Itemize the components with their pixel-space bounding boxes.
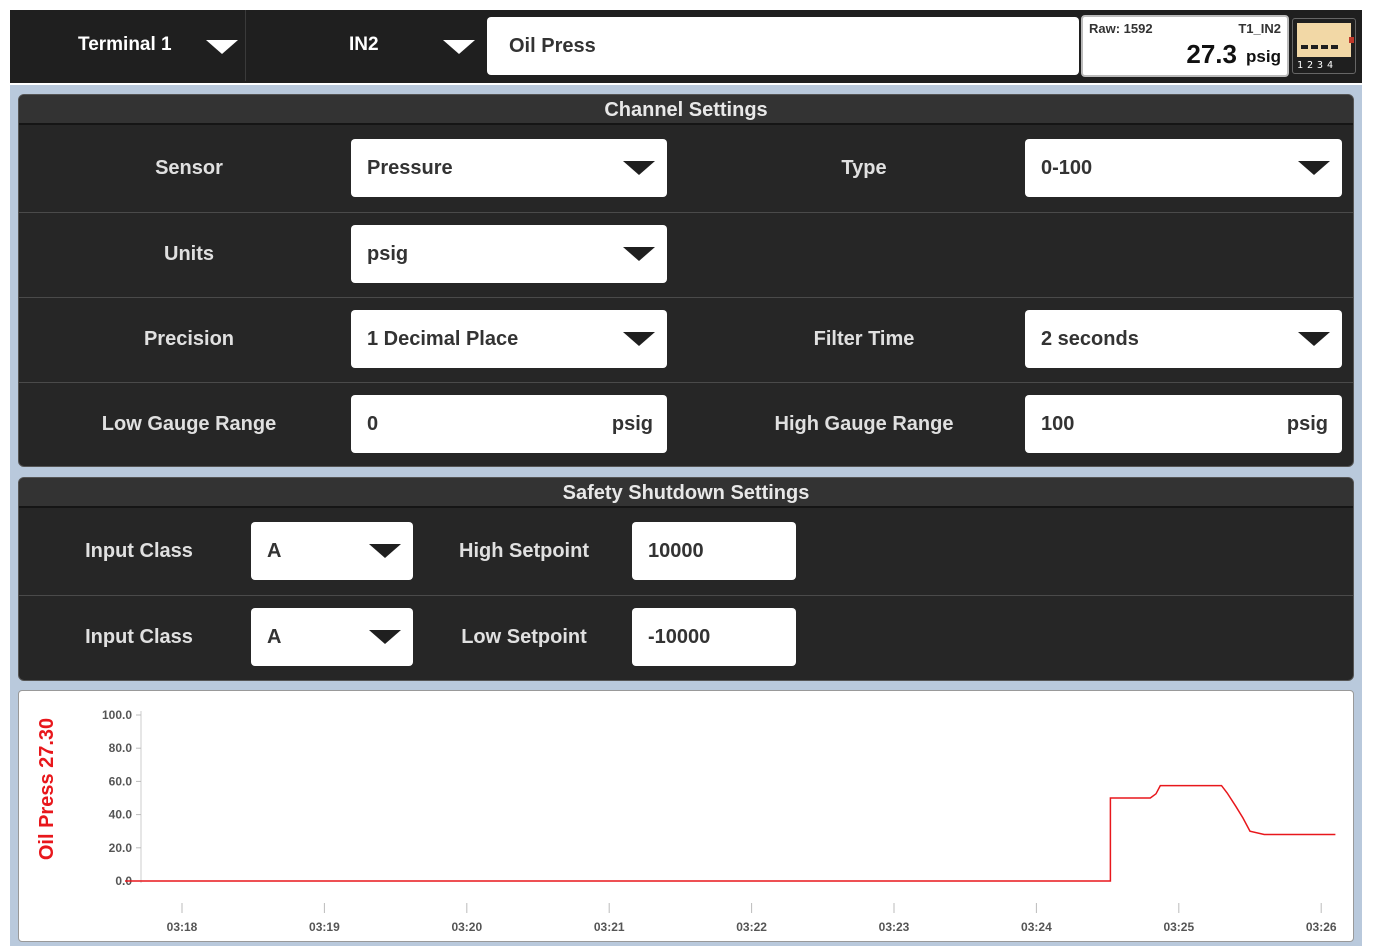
trend-chart-svg: 0.020.040.060.080.0100.003:18 03:19 03:20 0… [36, 708, 1337, 934]
high-gauge-value: 100 [1041, 413, 1075, 435]
channel-name-field[interactable]: Oil Press [487, 17, 1079, 75]
input-class-label: Input Class [85, 540, 193, 562]
x-tick-label: 03:22 [736, 920, 767, 934]
high-setpoint-value: 10000 [648, 540, 704, 562]
high-setpoint-input[interactable]: 10000 [632, 522, 796, 580]
x-tick-label: 03:24 [1021, 920, 1052, 934]
gauge-layout-icon[interactable]: 1234 [1292, 18, 1356, 74]
low-setpoint-label: Low Setpoint [461, 626, 587, 648]
precision-row: Precision 1 Decimal Place Filter Time 2 … [19, 297, 1353, 382]
chevron-down-icon [206, 40, 238, 54]
units-select[interactable]: psig [351, 225, 667, 283]
low-setpoint-value: -10000 [648, 626, 711, 648]
low-gauge-label: Low Gauge Range [101, 413, 277, 435]
gauge-range-row: Low Gauge Range 0 psig High Gauge Range … [19, 382, 1353, 466]
terminal-label: Terminal 1 [78, 34, 172, 55]
series-line [125, 784, 1336, 882]
sensor-row: Sensor Pressure Type 0-100 [19, 127, 1353, 212]
raw-value: Raw: 1592 [1089, 21, 1153, 36]
input-class-label: Input Class [85, 626, 193, 648]
high-gauge-input[interactable]: 100 psig [1025, 395, 1342, 453]
input-label: IN2 [349, 34, 379, 55]
chevron-down-icon [369, 630, 401, 644]
chevron-down-icon [623, 161, 655, 175]
main-panel: Channel Settings Sensor Pressure Type 0-… [10, 85, 1362, 946]
high-setpoint-label: High Setpoint [459, 540, 589, 562]
filter-time-select[interactable]: 2 seconds [1025, 310, 1342, 368]
current-value: 27.3 [1186, 39, 1237, 69]
low-gauge-unit: psig [611, 413, 653, 435]
filter-time-value: 2 seconds [1041, 328, 1139, 350]
high-setpoint-row: Input Class A High Setpoint 10000 [19, 510, 1353, 595]
x-tick-label: 03:23 [879, 920, 910, 934]
chevron-down-icon [623, 247, 655, 261]
input-class-select[interactable]: A [251, 608, 413, 666]
units-row: Units psig [19, 212, 1353, 297]
current-unit: psig [1246, 47, 1281, 66]
precision-value: 1 Decimal Place [367, 328, 519, 350]
type-select[interactable]: 0-100 [1025, 139, 1342, 197]
safety-shutdown-panel: Safety Shutdown Settings Input Class A H… [18, 477, 1354, 681]
y-tick-label: 100.0 [102, 708, 132, 722]
y-tick-label: 80.0 [109, 741, 133, 755]
sensor-label: Sensor [155, 157, 223, 179]
y-tick-label: 40.0 [109, 808, 133, 822]
y-tick-label: 60.0 [109, 774, 133, 788]
input-class-value: A [267, 540, 282, 562]
x-tick-label: 03:18 [167, 920, 198, 934]
sensor-select[interactable]: Pressure [351, 139, 667, 197]
x-tick-label: 03:20 [451, 920, 482, 934]
x-tick-label: 03:19 [309, 920, 340, 934]
precision-label: Precision [143, 328, 235, 350]
sensor-value: Pressure [367, 157, 453, 179]
chevron-down-icon [623, 332, 655, 346]
input-dropdown[interactable]: IN2 [247, 10, 485, 81]
value-readout: Raw: 1592 T1_IN2 27.3 psig [1081, 15, 1289, 77]
low-setpoint-row: Input Class A Low Setpoint -10000 [19, 595, 1353, 680]
units-value: psig [367, 243, 409, 265]
type-label: Type [841, 157, 887, 179]
type-value: 0-100 [1041, 157, 1093, 179]
safety-shutdown-title: Safety Shutdown Settings [19, 478, 1353, 508]
chevron-down-icon [369, 544, 401, 558]
precision-select[interactable]: 1 Decimal Place [351, 310, 667, 368]
x-tick-label: 03:26 [1306, 920, 1337, 934]
layout-preview [1297, 23, 1354, 57]
low-gauge-input[interactable]: 0 psig [351, 395, 667, 453]
trend-chart: 0.0 20.0 40.0 60.0 80.0 100.0 03:18 03:19 03:20 0… [18, 690, 1354, 942]
high-gauge-label: High Gauge Range [774, 413, 954, 435]
chevron-down-icon [443, 40, 475, 54]
x-tick-label: 03:21 [594, 920, 625, 934]
low-setpoint-input[interactable]: -10000 [632, 608, 796, 666]
filter-time-label: Filter Time [813, 328, 915, 350]
channel-settings-title: Channel Settings [19, 95, 1353, 125]
units-label: Units [164, 243, 214, 265]
x-tick-label: 03:25 [1163, 920, 1194, 934]
high-gauge-unit: psig [1286, 413, 1328, 435]
layout-numbers: 1234 [1297, 60, 1338, 71]
channel-tag: T1_IN2 [1238, 21, 1281, 36]
input-class-select[interactable]: A [251, 522, 413, 580]
chart-y-label: Oil Press 27.30 [36, 718, 58, 860]
low-gauge-value: 0 [367, 413, 379, 435]
channel-settings-panel: Channel Settings Sensor Pressure Type 0-… [18, 94, 1354, 467]
terminal-dropdown[interactable]: Terminal 1 [10, 10, 246, 81]
input-class-value: A [267, 626, 282, 648]
chevron-down-icon [1298, 161, 1330, 175]
top-bar: Terminal 1 IN2 Oil Press Raw: 1592 T1_IN… [10, 10, 1362, 83]
y-tick-label: 20.0 [109, 841, 133, 855]
chevron-down-icon [1298, 332, 1330, 346]
